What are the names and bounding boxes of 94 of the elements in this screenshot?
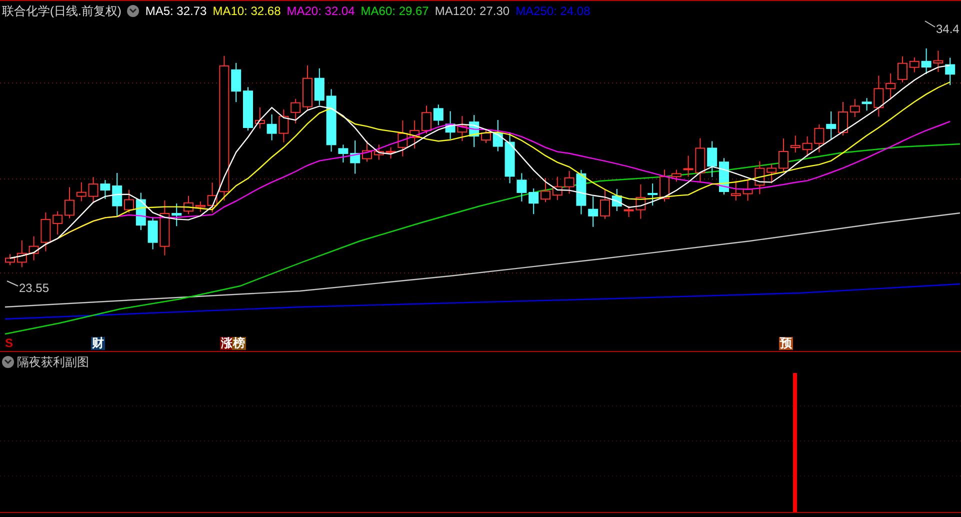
candlestick (778, 138, 788, 172)
dropdown-icon[interactable] (2, 356, 14, 368)
candlestick (826, 110, 836, 140)
event-marker[interactable]: S (4, 337, 14, 350)
candlestick (814, 124, 824, 153)
candlestick (862, 98, 872, 112)
ma-legend-label: MA5: 32.73 (145, 3, 207, 20)
candlestick (730, 180, 741, 201)
candlestick (898, 56, 908, 83)
candlestick (921, 48, 932, 74)
high-price-label: 34.4 (936, 21, 960, 38)
candlestick (564, 170, 574, 194)
candlestick (469, 114, 480, 148)
candlestick (516, 172, 527, 202)
candlestick (254, 106, 265, 129)
candlestick (195, 200, 206, 212)
candlestick (16, 240, 27, 268)
ma-legend-label: MA20: 32.04 (286, 3, 355, 20)
low-price-label: 23.55 (19, 280, 50, 297)
event-marker[interactable]: 财 (91, 337, 105, 350)
candlestick (278, 108, 289, 143)
candlestick (648, 182, 658, 206)
candlestick (338, 144, 348, 163)
candlestick (790, 135, 800, 153)
candlestick (243, 86, 253, 131)
candlestick (683, 155, 694, 178)
candlestick (386, 146, 396, 160)
candlestick (40, 212, 51, 252)
candlestick (707, 140, 718, 178)
ma-legend-label: MA10: 32.68 (212, 3, 281, 20)
candlestick (540, 178, 550, 203)
ma-legend-label: MA60: 29.67 (360, 3, 429, 20)
candlestick (754, 160, 765, 195)
candlestick (695, 138, 706, 182)
candlestick (314, 68, 324, 106)
candlestick (410, 120, 420, 149)
ma-legend-label: MA250: 24.08 (516, 3, 590, 20)
candlestick (148, 216, 158, 250)
candlestick (374, 144, 384, 160)
candlestick (612, 188, 622, 212)
candlestick (5, 254, 15, 266)
candlestick (362, 140, 372, 162)
candlestick (398, 120, 408, 157)
candlestick (457, 116, 468, 142)
candlestick (266, 114, 277, 141)
candlestick (802, 136, 812, 158)
candlestick (909, 56, 920, 73)
event-marker[interactable]: 榜 (232, 337, 246, 350)
candlestick (28, 236, 39, 261)
candlestick (945, 57, 956, 86)
candlestick (160, 200, 170, 256)
event-marker[interactable]: 预 (779, 337, 793, 350)
candlestick (600, 190, 610, 220)
sub-panel-title: 隔夜获利副图 (17, 354, 89, 371)
candlestick (886, 72, 896, 100)
candlestick (528, 188, 539, 215)
candlestick (742, 178, 753, 202)
candlestick (492, 120, 503, 152)
candlestick (588, 196, 598, 228)
candlestick (481, 128, 491, 144)
candlestick (422, 105, 432, 134)
ma-legend-label: MA120: 27.30 (434, 3, 510, 20)
candlestick (112, 172, 122, 218)
candlestick (838, 102, 848, 136)
candlestick (576, 169, 586, 215)
candlestick (326, 88, 336, 152)
candlestick (624, 205, 634, 218)
candlestick (88, 176, 98, 204)
candlestick (100, 180, 110, 200)
candlestick (64, 186, 74, 219)
candlestick (636, 184, 646, 220)
candlestick (874, 75, 884, 118)
candlestick (231, 62, 242, 103)
candlestick (850, 98, 860, 118)
candlestick (445, 110, 456, 140)
candlestick (660, 169, 670, 202)
candlestick (766, 164, 777, 184)
candlestick (933, 50, 944, 72)
candlestick (552, 176, 562, 201)
candlestick (671, 169, 682, 182)
dropdown-icon[interactable] (127, 5, 140, 17)
candlestick (350, 140, 360, 174)
chart-title: 联合化学(日线.前复权) (2, 3, 122, 20)
candlestick (76, 182, 86, 202)
candlestick (184, 195, 194, 215)
candlestick (302, 64, 312, 110)
candlestick (172, 203, 182, 227)
candlestick (207, 182, 218, 213)
candlestick (124, 189, 134, 214)
candlestick (52, 210, 63, 235)
candlestick (433, 104, 444, 126)
candlestick (504, 132, 515, 184)
candlestick (136, 192, 146, 231)
candlestick (290, 98, 301, 124)
